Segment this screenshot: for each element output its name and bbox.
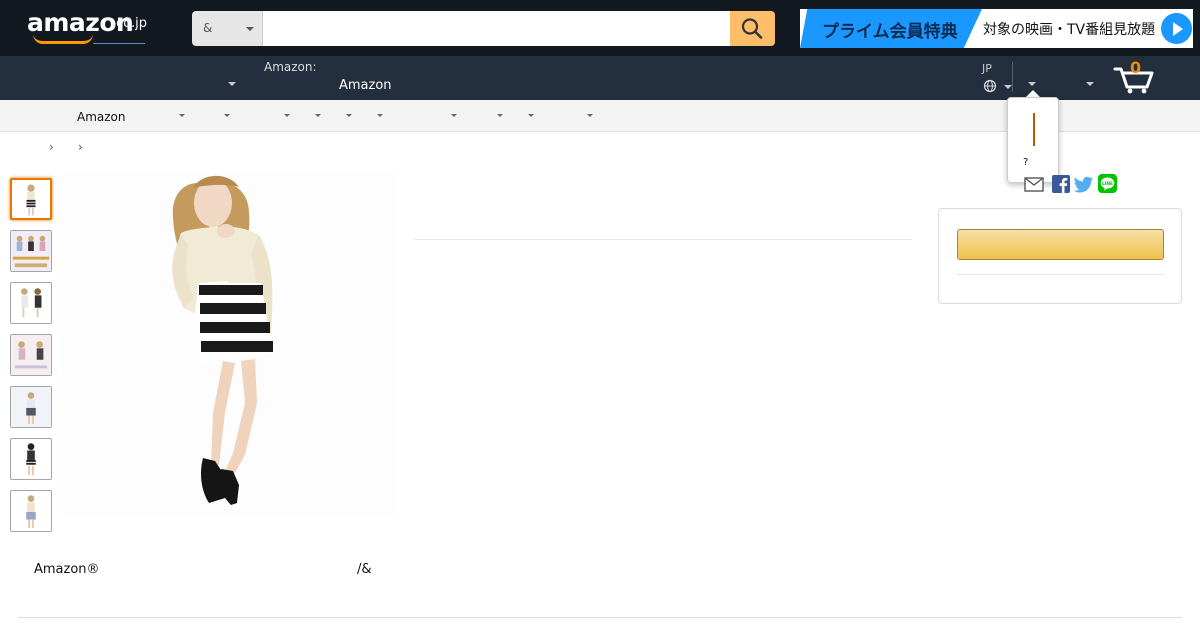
- model-image-icon: [26, 443, 36, 476]
- cart-count: 0: [1130, 58, 1142, 77]
- model-image-icon: [21, 288, 42, 318]
- product-thumbnail-5[interactable]: [10, 386, 52, 428]
- subnav-chevron-9-icon[interactable]: [528, 114, 534, 117]
- amazon-prefix-label: Amazon:: [264, 60, 317, 74]
- prime-banner-highlight: プライム会員特典: [822, 22, 958, 42]
- language-popover[interactable]: ?: [1007, 97, 1059, 183]
- chevron-down-icon: [246, 27, 254, 31]
- search-category-label: &: [203, 21, 213, 35]
- model-image-icon: [26, 184, 36, 216]
- model-image-icon: [11, 387, 51, 427]
- model-image-icon: [11, 231, 51, 271]
- svg-text:LINE: LINE: [1102, 181, 1113, 187]
- subnav-chevron-4-icon[interactable]: [315, 114, 321, 117]
- model-image-icon: [11, 335, 51, 375]
- logo-underline: [93, 43, 145, 44]
- delivery-location-chevron-icon[interactable]: [228, 82, 236, 86]
- share-row: LINE: [1024, 174, 1120, 194]
- amazon-nav-link[interactable]: Amazon: [339, 78, 392, 93]
- subnav-chevron-10-icon[interactable]: [587, 114, 593, 117]
- brand-info-text: Amazon®: [34, 562, 100, 577]
- globe-icon: [983, 79, 997, 93]
- product-thumbnail-6[interactable]: [10, 438, 52, 480]
- language-selector[interactable]: JP: [978, 60, 1014, 98]
- search-button[interactable]: [730, 11, 775, 46]
- nav-divider: [1012, 62, 1013, 92]
- popover-accent-bar: [1033, 113, 1035, 146]
- chevron-down-icon: [1004, 85, 1012, 89]
- product-thumbnail-2[interactable]: [10, 230, 52, 272]
- line-icon[interactable]: LINE: [1098, 174, 1117, 193]
- account-chevron-icon[interactable]: [1028, 82, 1036, 86]
- subnav-chevron-3-icon[interactable]: [284, 114, 290, 117]
- subnav-chevron-1-icon[interactable]: [179, 114, 185, 117]
- subnav-chevron-8-icon[interactable]: [497, 114, 503, 117]
- orders-chevron-icon[interactable]: [1086, 82, 1094, 86]
- secondary-navigation-bar: Amazon: Amazon JP: [0, 56, 1200, 100]
- breadcrumb-separator: ›: [49, 140, 54, 154]
- title-divider: [414, 239, 912, 240]
- subnav-chevron-7-icon[interactable]: [451, 114, 457, 117]
- product-thumbnail-3[interactable]: [10, 282, 52, 324]
- amazon-product-page: amazon .co.jp & プライム会員特典 対象の映画・TV番組見放題 A…: [0, 0, 1200, 630]
- facebook-icon[interactable]: [1052, 175, 1070, 193]
- model-photo-illustration: [172, 175, 273, 505]
- subnav-chevron-6-icon[interactable]: [377, 114, 383, 117]
- popover-help-text: ?: [1023, 157, 1029, 168]
- search-icon: [741, 18, 763, 39]
- product-thumbnail-1[interactable]: [10, 178, 52, 220]
- amazon-logo[interactable]: amazon .co.jp: [0, 0, 160, 56]
- prime-video-banner[interactable]: プライム会員特典 対象の映画・TV番組見放題: [800, 9, 1193, 48]
- prime-banner-text: 対象の映画・TV番組見放題: [983, 22, 1156, 38]
- subnav-chevron-2-icon[interactable]: [224, 114, 230, 117]
- search-input[interactable]: [263, 11, 730, 46]
- model-image-icon: [26, 495, 36, 529]
- main-product-image[interactable]: [63, 173, 396, 516]
- product-thumbnail-4[interactable]: [10, 334, 52, 376]
- search-category-dropdown[interactable]: &: [192, 11, 263, 46]
- top-navigation-bar: amazon .co.jp & プライム会員特典 対象の映画・TV番組見放題: [0, 0, 1200, 56]
- logo-smile-icon: [33, 34, 93, 44]
- subnav-chevron-5-icon[interactable]: [346, 114, 352, 117]
- buy-box-divider: [957, 274, 1164, 275]
- buy-box: [938, 208, 1182, 304]
- add-to-cart-button[interactable]: [957, 229, 1164, 260]
- locale-code: JP: [982, 62, 992, 75]
- twitter-icon[interactable]: [1074, 175, 1094, 193]
- breadcrumb-separator: ›: [78, 140, 83, 154]
- section-divider: [18, 617, 1182, 618]
- logo-domain: .co.jp: [112, 16, 148, 31]
- email-share-icon[interactable]: [1024, 175, 1044, 192]
- brand-info-suffix: /&: [357, 562, 372, 577]
- subnav-amazon-link[interactable]: Amazon: [77, 110, 126, 124]
- product-thumbnail-7[interactable]: [10, 490, 52, 532]
- play-icon: [1161, 13, 1192, 44]
